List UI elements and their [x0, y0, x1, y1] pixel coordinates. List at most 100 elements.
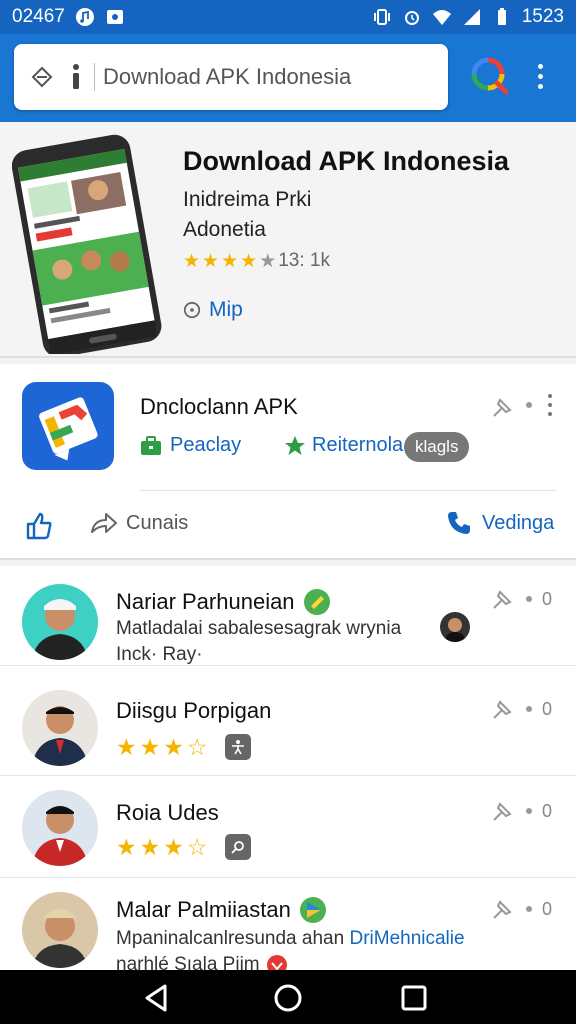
pin-icon[interactable] — [490, 696, 516, 722]
pin-icon[interactable] — [490, 586, 516, 612]
signal-icon — [462, 7, 482, 27]
star-filled-icon — [285, 435, 305, 455]
wifi-icon — [432, 7, 452, 27]
forward-button[interactable]: Cunais — [90, 510, 188, 536]
search-badge-icon[interactable] — [224, 834, 251, 860]
app-card[interactable]: Dncloclann APK Peaclay Reiternola klagls… — [0, 364, 576, 560]
star-icon: ★ — [139, 833, 161, 860]
list-item-line2: Inck· Ray· — [116, 644, 203, 665]
list-item[interactable]: Diisgu Porpigan 0 ★ ★ ★ ☆ — [0, 676, 576, 776]
recents-button[interactable] — [398, 982, 430, 1014]
app-badge[interactable]: klagls — [404, 432, 470, 462]
app-tag-2-label: Reiternola — [312, 434, 404, 456]
call-button[interactable]: Vedinga — [446, 510, 554, 536]
list-item-count: 0 — [542, 589, 553, 609]
app-tag-1-label: Peaclay — [170, 434, 242, 456]
list-item-name: Roia Udes — [116, 800, 219, 826]
star-icon: ★ — [116, 833, 137, 860]
share-thumb-icon[interactable] — [24, 510, 54, 540]
avatar[interactable] — [22, 584, 98, 660]
star-icon: ★ — [139, 733, 161, 760]
search-input[interactable]: Download APK Indonesia — [103, 64, 351, 90]
dot-separator — [526, 706, 532, 712]
list-item-count: 0 — [542, 801, 553, 821]
hero-card[interactable]: Download APK Indonesia Inidreima Prki Ad… — [0, 122, 576, 358]
dot-separator — [526, 402, 532, 408]
overflow-menu-button[interactable] — [526, 56, 554, 96]
app-icon[interactable] — [22, 382, 114, 470]
star-outline-icon: ☆ — [186, 733, 208, 760]
hero-rating: ★ ★ ★ ★ ★ 13: 1k — [183, 250, 330, 272]
home-button[interactable] — [272, 982, 304, 1014]
phone-image — [11, 130, 172, 358]
pin-icon[interactable] — [490, 896, 516, 922]
star-icon: ★ — [163, 733, 184, 760]
status-time-right: 1523 — [521, 6, 564, 27]
hero-title: Download APK Indonesia — [183, 146, 510, 176]
star-icon: ★ — [240, 250, 258, 272]
avatar[interactable] — [22, 790, 98, 866]
person-badge-icon[interactable] — [224, 734, 251, 760]
info-icon[interactable] — [66, 62, 86, 92]
dot-separator — [526, 906, 532, 912]
dot — [537, 83, 543, 89]
dot — [537, 73, 543, 79]
list-item[interactable]: Nariar Parhuneian 0 Matladalai sabaleses… — [0, 566, 576, 666]
phone-icon — [448, 512, 470, 534]
list-item-rating: ★ ★ ★ ☆ — [116, 734, 251, 760]
call-label: Vedinga — [482, 511, 555, 534]
avatar[interactable] — [22, 690, 98, 766]
pin-icon[interactable] — [490, 394, 516, 420]
list-item-line1-text: Matladalai sabalesesagrak wrynia — [116, 618, 402, 639]
avatar[interactable] — [22, 892, 98, 968]
system-nav-bar — [0, 970, 576, 1024]
app-menu-icon[interactable] — [547, 394, 553, 416]
battery-icon — [492, 7, 512, 27]
search-bar[interactable]: Download APK Indonesia — [14, 44, 448, 110]
list-item-name-text: Malar Palmiiastan — [116, 897, 291, 922]
user-list: Nariar Parhuneian 0 Matladalai sabaleses… — [0, 566, 576, 970]
status-time-left: 02467 — [12, 6, 65, 27]
list-item[interactable]: Malar Palmiiastan 0 Mpaninalcanlresunda … — [0, 878, 576, 970]
list-item-name-text: Diisgu Porpigan — [116, 698, 272, 723]
list-item-line1-a: Mpaninalcanlresunda — [116, 928, 297, 949]
briefcase-icon — [141, 435, 161, 455]
rating-count: 13: 1k — [278, 250, 330, 271]
search-divider — [94, 63, 95, 91]
list-item-link[interactable]: DriMehnicalie — [349, 928, 464, 949]
hero-more-link[interactable]: Mip — [183, 298, 243, 322]
list-item-rating: ★ ★ ★ ☆ — [116, 834, 251, 860]
star-icon: ★ — [163, 833, 184, 860]
list-item-line2: narhlé Sıala Piim — [116, 954, 288, 970]
star-icon: ★ — [183, 250, 201, 272]
forward-label: Cunais — [126, 511, 189, 534]
lens-search-icon[interactable] — [470, 56, 510, 96]
list-item-count: 0 — [542, 899, 553, 919]
list-item-name-text: Nariar Parhuneian — [116, 589, 295, 614]
hero-subtitle-2: Adonetia — [183, 218, 266, 241]
list-item[interactable]: Roia Udes 0 ★ ★ ★ ☆ — [0, 778, 576, 878]
pin-icon[interactable] — [490, 798, 516, 824]
status-bar: 02467 1523 — [0, 0, 576, 34]
star-icon: ★ — [202, 250, 220, 272]
app-tag-1[interactable]: Peaclay — [140, 434, 241, 457]
back-button[interactable] — [141, 982, 173, 1014]
list-item-line1: Mpaninalcanlresunda ahan DriMehnicalie — [116, 928, 465, 950]
hero-subtitle-1: Inidreima Prki — [183, 188, 312, 211]
half-star-icon: ★ — [259, 250, 277, 272]
play-badge-icon — [299, 897, 326, 923]
notification-icon — [105, 7, 125, 27]
hero-more-label: Mip — [209, 298, 243, 321]
heart-icon — [266, 955, 287, 970]
forward-arrow-icon — [91, 513, 117, 533]
verified-badge-icon — [303, 589, 330, 615]
app-tag-2[interactable]: Reiternola — [284, 434, 403, 457]
smile-icon — [183, 301, 201, 319]
app-name: Dncloclann APK — [140, 394, 298, 419]
star-icon: ★ — [221, 250, 239, 272]
nav-diamond-icon[interactable] — [28, 63, 56, 91]
list-item-name: Malar Palmiiastan — [116, 896, 327, 924]
top-app-bar: Download APK Indonesia — [0, 34, 576, 122]
list-item-name: Diisgu Porpigan — [116, 698, 271, 724]
dot-separator — [526, 596, 532, 602]
